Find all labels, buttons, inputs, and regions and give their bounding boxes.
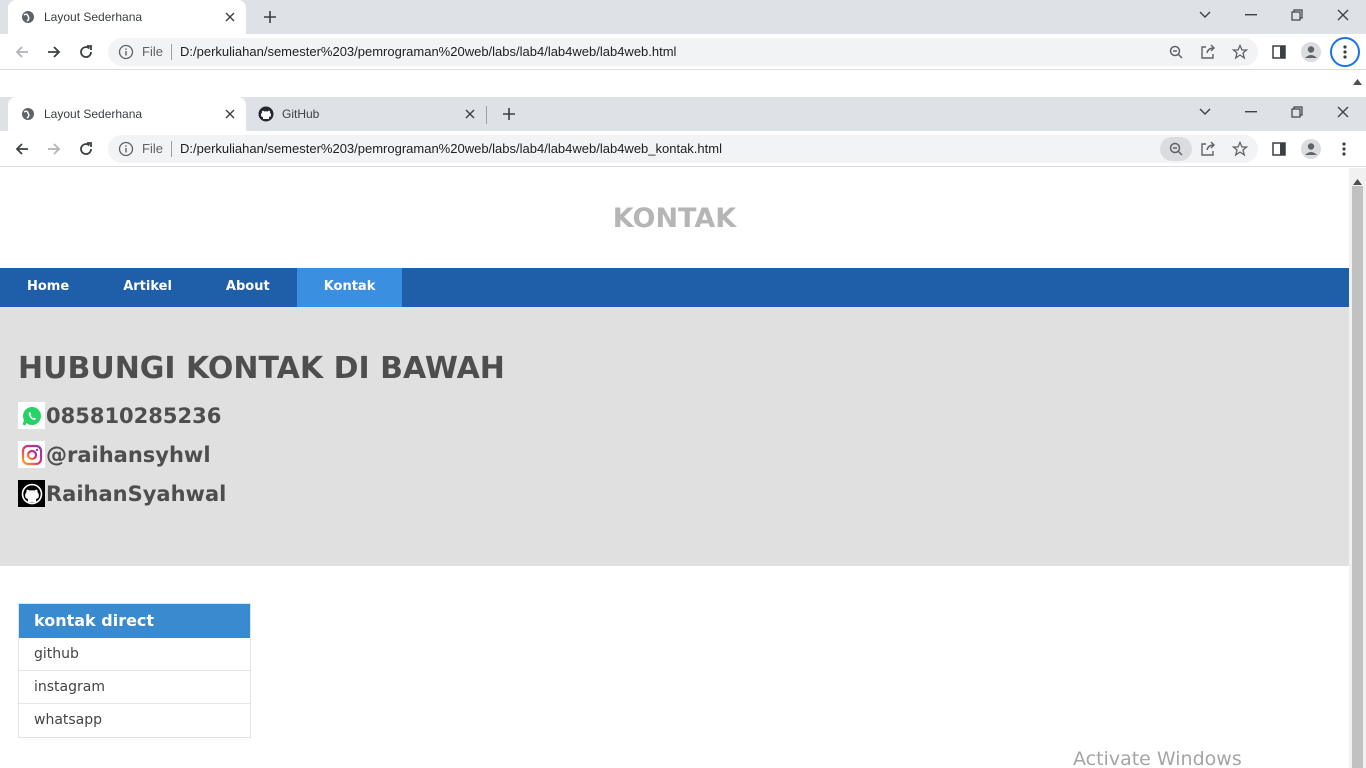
widget-link-github[interactable]: github (19, 638, 250, 671)
tab-search-chevron-icon[interactable] (1182, 97, 1228, 127)
url-text[interactable]: D:/perkuliahan/semester%203/pemrograman%… (180, 141, 722, 156)
back-address-bar[interactable]: File D:/perkuliahan/semester%203/pemrogr… (108, 38, 1258, 66)
profile-avatar-icon[interactable] (1299, 40, 1323, 64)
instagram-icon (18, 441, 45, 468)
info-icon[interactable] (118, 44, 134, 60)
whatsapp-number: 085810285236 (46, 403, 222, 428)
side-panel-icon[interactable] (1267, 137, 1291, 161)
minimize-icon[interactable] (1228, 0, 1274, 30)
nav-kontak[interactable]: Kontak (296, 268, 403, 307)
new-tab-plus-icon[interactable] (261, 8, 279, 26)
contact-widget: kontak direct github instagram whatsapp (18, 603, 251, 738)
tab-search-chevron-icon[interactable] (1182, 0, 1228, 30)
scrollbar-thumb[interactable] (1352, 186, 1363, 768)
tab-github[interactable]: GitHub (246, 97, 486, 131)
zoom-icon[interactable] (1160, 137, 1192, 161)
instagram-handle: @raihansyhwl (46, 442, 211, 467)
share-icon[interactable] (1198, 139, 1218, 159)
minimize-icon[interactable] (1228, 97, 1274, 127)
close-icon[interactable] (462, 106, 478, 122)
front-tabstrip: Layout Sederhana GitHub (0, 97, 1366, 131)
github-icon (258, 106, 274, 122)
github-icon (18, 480, 45, 507)
back-arrow-icon[interactable] (10, 40, 34, 64)
share-icon[interactable] (1198, 42, 1218, 62)
tab-title: GitHub (282, 107, 320, 121)
restore-icon[interactable] (1274, 97, 1320, 127)
url-scheme-label: File (142, 141, 163, 156)
page-title: KONTAK (612, 202, 737, 234)
side-panel-icon[interactable] (1267, 40, 1291, 64)
close-icon[interactable] (222, 106, 238, 122)
url-text[interactable]: D:/perkuliahan/semester%203/pemrograman%… (180, 44, 676, 59)
back-tabstrip: Layout Sederhana (0, 0, 1366, 34)
whatsapp-icon (18, 402, 45, 429)
widget-link-instagram[interactable]: instagram (19, 671, 250, 704)
bookmark-star-icon[interactable] (1230, 42, 1250, 62)
divider (171, 141, 172, 157)
vertical-scrollbar[interactable] (1349, 168, 1366, 768)
zoom-icon[interactable] (1160, 40, 1192, 64)
forward-arrow-icon[interactable] (42, 137, 66, 161)
tab-layout-sederhana[interactable]: Layout Sederhana (8, 97, 246, 131)
nav-about[interactable]: About (199, 268, 297, 307)
tab-divider (486, 106, 487, 124)
widget-link-whatsapp[interactable]: whatsapp (19, 704, 250, 737)
back-page-strip (0, 70, 1366, 97)
nav-artikel[interactable]: Artikel (96, 268, 199, 307)
widget-title: kontak direct (19, 604, 250, 638)
hero-heading: HUBUNGI KONTAK DI BAWAH (18, 351, 505, 386)
close-icon[interactable] (222, 9, 238, 25)
activate-windows-watermark: Activate Windows (1073, 748, 1242, 768)
window-close-icon[interactable] (1320, 97, 1366, 127)
back-tab-title: Layout Sederhana (44, 10, 143, 24)
github-username: RaihanSyahwal (46, 481, 227, 506)
main-nav: Home Artikel About Kontak (0, 268, 1349, 307)
contact-instagram: @raihansyhwl (18, 435, 1349, 474)
profile-avatar-icon[interactable] (1299, 137, 1323, 161)
url-scheme-label: File (142, 44, 163, 59)
front-toolbar: File D:/perkuliahan/semester%203/pemrogr… (0, 131, 1366, 167)
back-arrow-icon[interactable] (10, 137, 34, 161)
window-close-icon[interactable] (1320, 0, 1366, 30)
new-tab-plus-icon[interactable] (500, 105, 518, 123)
globe-icon (20, 9, 36, 25)
bookmark-star-icon[interactable] (1230, 139, 1250, 159)
address-bar[interactable]: File D:/perkuliahan/semester%203/pemrogr… (108, 135, 1258, 163)
reload-icon[interactable] (74, 137, 98, 161)
info-icon[interactable] (118, 141, 134, 157)
web-page: KONTAK Home Artikel About Kontak HUBUNGI… (0, 168, 1349, 768)
kebab-menu-icon[interactable] (1330, 37, 1360, 67)
site-header: KONTAK (0, 168, 1349, 268)
forward-arrow-icon[interactable] (42, 40, 66, 64)
back-toolbar: File D:/perkuliahan/semester%203/pemrogr… (0, 34, 1366, 70)
reload-icon[interactable] (74, 40, 98, 64)
back-tab-layout[interactable]: Layout Sederhana (8, 0, 246, 34)
globe-icon (20, 106, 36, 122)
contact-whatsapp: 085810285236 (18, 396, 1349, 435)
divider (171, 44, 172, 60)
nav-home[interactable]: Home (0, 268, 96, 307)
restore-icon[interactable] (1274, 0, 1320, 30)
scroll-up-arrow-icon[interactable] (1353, 72, 1362, 90)
tab-title: Layout Sederhana (44, 107, 143, 121)
contact-hero: HUBUNGI KONTAK DI BAWAH 085810285236 @ra… (0, 307, 1349, 566)
kebab-menu-icon[interactable] (1332, 137, 1356, 161)
contact-github: RaihanSyahwal (18, 474, 1349, 513)
